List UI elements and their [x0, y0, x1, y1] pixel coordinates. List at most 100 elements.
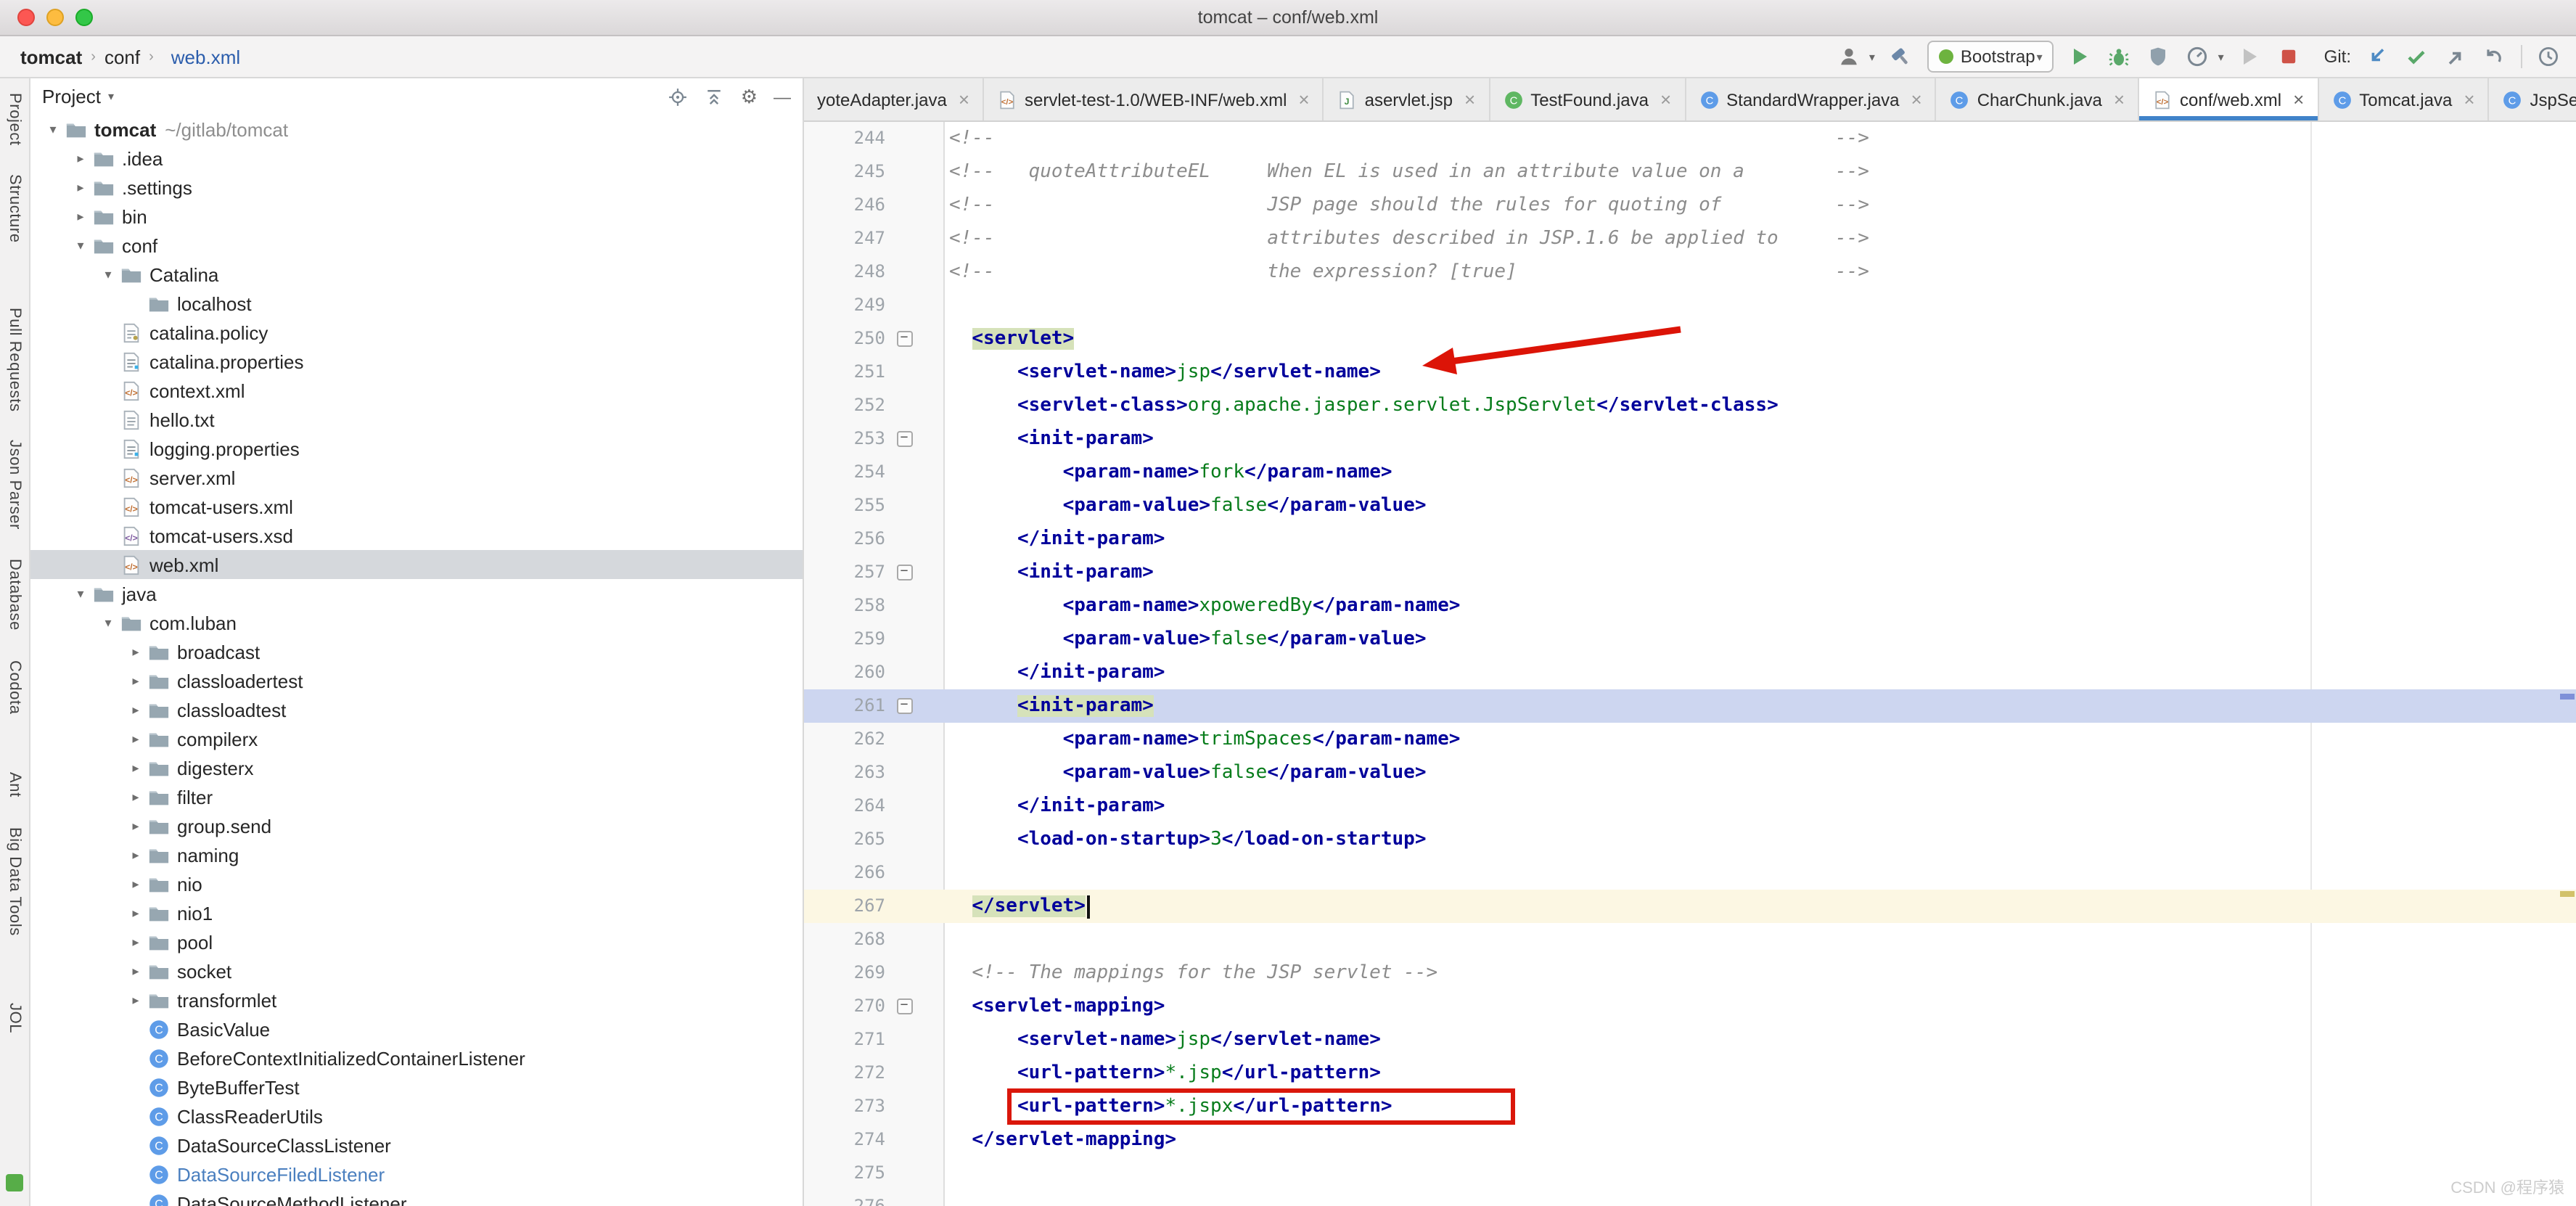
tree-item[interactable]: ▸transformlet	[30, 985, 803, 1014]
tree-item[interactable]: ▸bin	[30, 202, 803, 231]
tree-item[interactable]: </>context.xml	[30, 376, 803, 405]
tab-close-icon[interactable]: ×	[1911, 89, 1922, 110]
tool-window-button-database[interactable]: Database	[6, 559, 23, 631]
tree-item[interactable]: ▾java	[30, 579, 803, 608]
tool-window-button-pull-requests[interactable]: Pull Requests	[6, 307, 23, 411]
git-commit-check-icon[interactable]	[2403, 44, 2429, 70]
tree-item[interactable]: </>web.xml	[30, 550, 803, 579]
code-line[interactable]: 259 <param-value>false</param-value>	[804, 623, 2576, 656]
code-line[interactable]: 261− <init-param>	[804, 689, 2576, 723]
chevron-right-icon[interactable]: ▸	[125, 963, 147, 979]
locate-file-icon[interactable]	[668, 86, 689, 107]
tree-item[interactable]: CBasicValue	[30, 1014, 803, 1043]
tree-item[interactable]: CBeforeContextInitializedContainerListen…	[30, 1043, 803, 1072]
chevron-down-icon[interactable]: ▾	[97, 615, 119, 631]
tab-close-icon[interactable]: ×	[2114, 89, 2125, 110]
tree-item[interactable]: ▸.idea	[30, 144, 803, 173]
code-text[interactable]: <!-- attributes described in JSP.1.6 be …	[923, 222, 1869, 255]
tree-item[interactable]: ▸filter	[30, 782, 803, 811]
code-line[interactable]: 254 <param-name>fork</param-name>	[804, 456, 2576, 489]
tree-item[interactable]: ▾Catalina	[30, 260, 803, 289]
editor-tab[interactable]: CTestFound.java×	[1490, 78, 1686, 120]
project-panel-title[interactable]: Project	[42, 86, 101, 107]
code-text[interactable]: <!-- -->	[923, 122, 1869, 155]
code-text[interactable]: <load-on-startup>3</load-on-startup>	[923, 823, 1427, 856]
tree-item[interactable]: CDataSourceMethodListener	[30, 1189, 803, 1206]
profiler-icon[interactable]	[2185, 44, 2211, 70]
chevron-down-icon[interactable]: ▾	[97, 266, 119, 282]
git-update-icon[interactable]	[2364, 44, 2390, 70]
fold-minus-icon[interactable]: −	[896, 431, 912, 447]
tab-close-icon[interactable]: ×	[1464, 89, 1475, 110]
chevron-right-icon[interactable]: ▸	[125, 789, 147, 805]
code-text[interactable]: <url-pattern>*.jsp</url-pattern>	[923, 1057, 1381, 1090]
breadcrumb-item[interactable]: tomcat	[20, 46, 82, 67]
tool-window-button-big-data-tools[interactable]: Big Data Tools	[6, 826, 23, 935]
tree-item[interactable]: hello.txt	[30, 405, 803, 434]
code-text[interactable]: <param-name>fork</param-name>	[923, 456, 1392, 489]
code-line[interactable]: 256 </init-param>	[804, 522, 2576, 556]
settings-gear-icon[interactable]: ⚙	[741, 86, 758, 107]
tree-item[interactable]: CDataSourceClassListener	[30, 1131, 803, 1160]
code-text[interactable]: </init-param>	[923, 656, 1165, 689]
editor-tab[interactable]: CStandardWrapper.java×	[1686, 78, 1937, 120]
tool-window-button-ant[interactable]: Ant	[6, 773, 23, 798]
tree-item[interactable]: ▸.settings	[30, 173, 803, 202]
code-line[interactable]: 255 <param-value>false</param-value>	[804, 489, 2576, 522]
code-text[interactable]: <servlet-class>org.apache.jasper.servlet…	[923, 389, 1779, 422]
code-line[interactable]: 245<!-- quoteAttributeEL When EL is used…	[804, 155, 2576, 189]
code-line[interactable]: 258 <param-name>xpoweredBy</param-name>	[804, 589, 2576, 623]
tree-item[interactable]: </>tomcat-users.xsd	[30, 521, 803, 550]
scrollbar-mark[interactable]	[2560, 891, 2575, 897]
editor-tab[interactable]: </>conf/web.xml×	[2139, 78, 2318, 120]
tab-close-icon[interactable]: ×	[2464, 89, 2474, 110]
editor-tab[interactable]: yoteAdapter.java×	[804, 78, 984, 120]
chevron-right-icon[interactable]: ▸	[125, 992, 147, 1008]
code-text[interactable]: </servlet-mapping>	[923, 1123, 1176, 1157]
code-line[interactable]: 273 <url-pattern>*.jspx</url-pattern>	[804, 1090, 2576, 1123]
editor-tab[interactable]: CTomcat.java×	[2318, 78, 2489, 120]
run-icon[interactable]	[2067, 44, 2093, 70]
code-line[interactable]: 250− <servlet>	[804, 322, 2576, 356]
editor-tab[interactable]: CCharChunk.java×	[1937, 78, 2139, 120]
code-line[interactable]: 262 <param-name>trimSpaces</param-name>	[804, 723, 2576, 756]
code-text[interactable]: <servlet-name>jsp</servlet-name>	[923, 356, 1381, 389]
chevron-right-icon[interactable]: ▸	[125, 760, 147, 776]
code-line[interactable]: 252 <servlet-class>org.apache.jasper.ser…	[804, 389, 2576, 422]
code-text[interactable]: <!-- quoteAttributeEL When EL is used in…	[923, 155, 1869, 189]
breadcrumb-item[interactable]: conf	[104, 46, 140, 67]
code-line[interactable]: 264 </init-param>	[804, 789, 2576, 823]
git-push-icon[interactable]	[2442, 44, 2469, 70]
tree-item[interactable]: ▸digesterx	[30, 753, 803, 782]
code-text[interactable]: <param-value>false</param-value>	[923, 489, 1427, 522]
code-text[interactable]: <param-value>false</param-value>	[923, 623, 1427, 656]
code-text[interactable]: </init-param>	[923, 522, 1165, 556]
code-text[interactable]: <param-name>trimSpaces</param-name>	[923, 723, 1460, 756]
chevron-right-icon[interactable]: ▸	[125, 847, 147, 863]
history-icon[interactable]	[2535, 44, 2561, 70]
fold-minus-icon[interactable]: −	[896, 698, 912, 714]
chevron-right-icon[interactable]: ▸	[125, 644, 147, 660]
tab-close-icon[interactable]: ×	[1660, 89, 1671, 110]
chevron-right-icon[interactable]: ▸	[125, 934, 147, 950]
breadcrumb-item[interactable]: web.xml	[171, 46, 240, 67]
code-text[interactable]: <init-param>	[923, 556, 1154, 589]
code-line[interactable]: 244<!-- -->	[804, 122, 2576, 155]
code-line[interactable]: 272 <url-pattern>*.jsp</url-pattern>	[804, 1057, 2576, 1090]
tree-item[interactable]: ▸classloadertest	[30, 666, 803, 695]
tree-item[interactable]: </>tomcat-users.xml	[30, 492, 803, 521]
code-line[interactable]: 274 </servlet-mapping>	[804, 1123, 2576, 1157]
code-area[interactable]: 244<!-- -->245<!-- quoteAttributeEL When…	[804, 122, 2576, 1206]
code-line[interactable]: 275	[804, 1157, 2576, 1190]
code-text[interactable]: <!-- the expression? [true] -->	[923, 255, 1869, 289]
chevron-right-icon[interactable]: ▸	[125, 673, 147, 689]
chevron-right-icon[interactable]: ▸	[70, 150, 91, 166]
build-hammer-icon[interactable]	[1888, 44, 1914, 70]
chevron-right-icon[interactable]: ▸	[125, 876, 147, 892]
tree-item[interactable]: ▸socket	[30, 956, 803, 985]
tree-item[interactable]: CByteBufferTest	[30, 1072, 803, 1102]
chevron-right-icon[interactable]: ▸	[125, 905, 147, 921]
git-revert-icon[interactable]	[2482, 44, 2508, 70]
hide-panel-icon[interactable]: —	[774, 86, 791, 107]
code-line[interactable]: 271 <servlet-name>jsp</servlet-name>	[804, 1023, 2576, 1057]
